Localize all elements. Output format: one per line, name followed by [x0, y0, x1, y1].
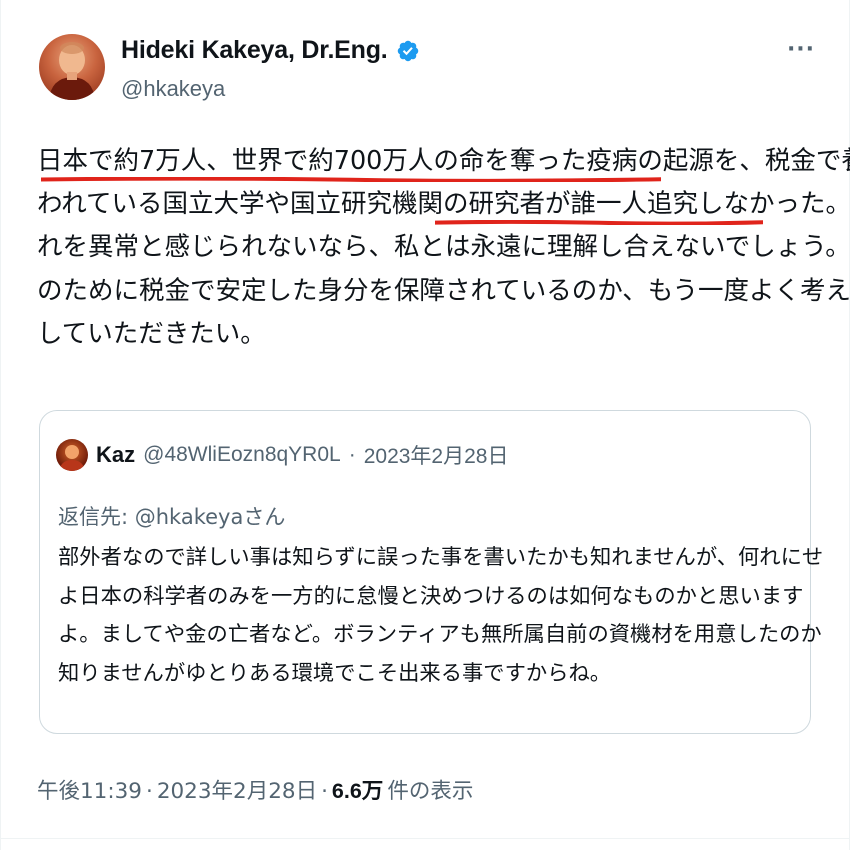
- tweet-text: 日本で約7万人、世界で約700万人の命を奪った疫病の起源を、税金で養 われている…: [37, 140, 850, 356]
- tweet-line: 日本で約7万人、世界で約700万人の命を奪った疫病の起源を、税金で養: [37, 140, 850, 183]
- author-display-name[interactable]: Hideki Kakeya, Dr.Eng.: [121, 36, 388, 65]
- quoted-date[interactable]: 2023年2月28日: [364, 440, 509, 470]
- divider: [1, 838, 850, 839]
- tweet-line: のために税金で安定した身分を保障されているのか、もう一度よく考え直: [37, 270, 850, 313]
- quoted-line: よ日本の科学者のみを一方的に怠慢と決めつけるのは如何なものかと思います: [58, 583, 804, 609]
- tweet-line: れを異常と感じられないなら、私とは永遠に理解し合えないでしょう。何: [37, 226, 850, 269]
- quoted-separator: ·: [348, 443, 356, 466]
- author-avatar[interactable]: [39, 34, 105, 100]
- tweet-line: していただきたい。: [37, 313, 817, 356]
- views-label[interactable]: 件の表示: [387, 774, 473, 805]
- quoted-line: 知りませんがゆとりある環境でこそ出来る事ですからね。: [58, 660, 612, 686]
- tweet-time[interactable]: 午後11:39: [37, 774, 142, 805]
- quoted-author-name[interactable]: Kaz: [96, 442, 135, 468]
- tweet-line: われている国立大学や国立研究機関の研究者が誰一人追究しなかった。そ: [37, 183, 850, 226]
- tweet-line-text: のために税金で安定した身分を保障されているのか、もう一度よく考え直: [37, 275, 850, 306]
- tweet-footer: 午後11:39 · 2023年2月28日 · 6.6万 件の表示: [37, 774, 473, 805]
- quoted-text: 部外者なので詳しい事は知らずに誤った事を書いたかも知れませんが、何れにせ よ日本…: [58, 539, 824, 693]
- author-handle[interactable]: @hkakeya: [121, 76, 225, 102]
- quoted-header: Kaz @48WliEozn8qYR0L · 2023年2月28日: [56, 439, 508, 471]
- tweet-line-text: していただきたい。: [37, 318, 266, 349]
- footer-separator: ·: [321, 779, 328, 804]
- highlight-underline: [435, 220, 763, 226]
- tweet-card: Hideki Kakeya, Dr.Eng. @hkakeya ··· 日本で約…: [0, 0, 850, 850]
- tweet-date[interactable]: 2023年2月28日: [157, 774, 317, 805]
- quoted-line: よ。ましてや金の亡者など。ボランティアも無所属自前の資機材を用意したのか: [58, 622, 822, 647]
- tweet-line-text: 日本で約7万人、世界で約700万人の命を奪った疫病の起源を、税金で養: [37, 146, 850, 176]
- quoted-author-avatar[interactable]: [56, 439, 88, 471]
- verified-badge-icon[interactable]: [396, 39, 420, 63]
- footer-separator: ·: [145, 779, 153, 804]
- highlight-underline: [41, 177, 661, 182]
- tweet-line-text: われている国立大学や国立研究機関の研究者が誰一人追究しなかった。そ: [37, 189, 850, 220]
- quoted-reply-to[interactable]: 返信先: @hkakeyaさん: [58, 501, 285, 531]
- views-count[interactable]: 6.6万: [332, 774, 383, 805]
- quoted-author-handle[interactable]: @48WliEozn8qYR0L: [143, 443, 341, 467]
- quoted-tweet[interactable]: Kaz @48WliEozn8qYR0L · 2023年2月28日 返信先: @…: [39, 410, 824, 734]
- more-options-icon[interactable]: ···: [785, 38, 817, 62]
- tweet-line-text: れを異常と感じられないなら、私とは永遠に理解し合えないでしょう。何: [37, 232, 850, 263]
- author-name-row: Hideki Kakeya, Dr.Eng.: [121, 36, 420, 65]
- quoted-line: 部外者なので詳しい事は知らずに誤った事を書いたかも知れませんが、何れにせ: [58, 545, 824, 570]
